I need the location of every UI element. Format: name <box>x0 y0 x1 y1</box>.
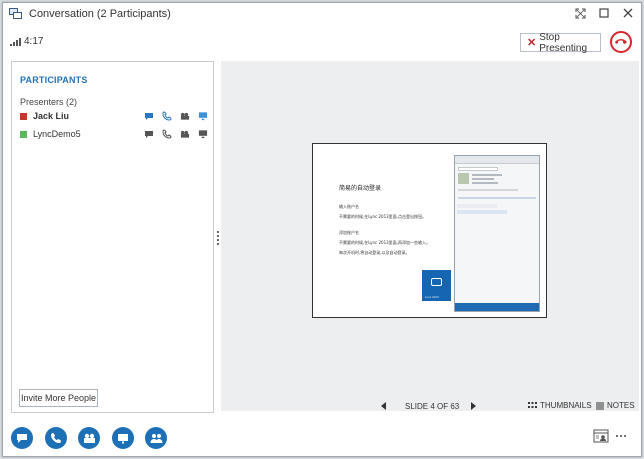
call-button[interactable] <box>45 427 67 449</box>
call-icon[interactable] <box>162 129 172 139</box>
stop-presenting-label: Stop Presenting <box>539 31 588 54</box>
title-bar: Conversation (2 Participants) <box>3 3 641 25</box>
stop-icon: ✕ <box>527 37 537 49</box>
panel-splitter-handle[interactable] <box>217 231 220 245</box>
more-options-icon[interactable] <box>616 435 626 437</box>
lync-logo-icon <box>431 278 442 286</box>
call-icon <box>51 433 61 443</box>
conversation-window: Conversation (2 Participants) 4:17 ✕ Sto… <box>2 2 642 457</box>
notes-icon <box>596 402 604 409</box>
im-icon[interactable] <box>144 129 154 139</box>
full-screen-icon <box>575 8 585 18</box>
full-screen-button[interactable] <box>571 5 589 21</box>
slide-text-line: 不需要的时候,在Lync 2013里面,点击登出按钮。 <box>339 214 426 219</box>
avatar <box>458 173 469 184</box>
participant-name: LyncDemo5 <box>33 129 81 139</box>
lync-logo-tile: Lync 2013 <box>422 270 451 301</box>
conversation-toolbar <box>3 421 641 456</box>
participant-row[interactable]: Jack Liu <box>20 108 208 124</box>
slide-text-line: 添加账户名 <box>339 230 359 235</box>
slide-preview: 简易的自动登录 输入账户名 不需要的时候,在Lync 2013里面,点击登出按钮… <box>312 143 547 318</box>
notes-button[interactable]: NOTES <box>596 401 635 410</box>
present-icon <box>118 433 128 443</box>
participant-name: Jack Liu <box>33 111 70 121</box>
im-icon <box>17 433 27 443</box>
presence-indicator-available <box>20 130 27 138</box>
slide-text-line: 输入账户名 <box>339 204 359 209</box>
video-icon <box>83 433 95 443</box>
slide-title: 简易的自动登录 <box>339 185 382 192</box>
lync-client-screenshot <box>454 155 540 312</box>
participant-row[interactable]: LyncDemo5 <box>20 126 208 142</box>
presentation-stage: 简易的自动登录 输入账户名 不需要的时候,在Lync 2013里面,点击登出按钮… <box>221 61 639 411</box>
contact-card-icon <box>593 429 609 443</box>
slide-counter: SLIDE 4 OF 63 <box>405 402 460 411</box>
thumbnails-icon <box>528 402 537 408</box>
lync-conversation-icon <box>9 7 23 21</box>
sharing-icon[interactable] <box>198 129 208 139</box>
maximize-icon <box>599 8 609 18</box>
participants-title: PARTICIPANTS <box>20 75 88 85</box>
participants-panel: PARTICIPANTS Presenters (2) Jack Liu Lyn… <box>11 61 214 413</box>
window-title: Conversation (2 Participants) <box>29 8 171 20</box>
presenters-group-label: Presenters (2) <box>20 97 78 107</box>
slide-text-line: 不需要的时候,在Lync 2013里面,再添加一些输入。 <box>339 240 430 245</box>
call-icon[interactable] <box>162 111 172 121</box>
im-icon[interactable] <box>144 111 154 121</box>
call-duration: 4:17 <box>24 36 44 47</box>
slide-text-line: 每次开机时,将自动登录,以及自动登录。 <box>339 250 410 255</box>
participants-button[interactable] <box>145 427 167 449</box>
participants-icon <box>150 433 162 443</box>
maximize-button[interactable] <box>595 5 613 21</box>
signal-strength-icon <box>10 38 21 46</box>
close-icon <box>623 8 633 18</box>
video-icon[interactable] <box>180 111 190 121</box>
next-slide-button[interactable] <box>471 402 476 410</box>
sharing-icon[interactable] <box>198 111 208 121</box>
im-button[interactable] <box>11 427 33 449</box>
call-status-row: 4:17 ✕ Stop Presenting <box>3 29 641 55</box>
slide-navigation: SLIDE 4 OF 63 THUMBNAILS NOTES <box>221 399 639 413</box>
video-icon[interactable] <box>180 129 190 139</box>
contact-card-button[interactable] <box>593 429 609 443</box>
invite-more-people-button[interactable]: Invite More People <box>19 389 98 407</box>
present-button[interactable] <box>112 427 134 449</box>
presence-indicator-busy <box>20 112 27 120</box>
video-button[interactable] <box>78 427 100 449</box>
previous-slide-button[interactable] <box>381 402 386 410</box>
hang-up-button[interactable] <box>610 31 632 53</box>
close-button[interactable] <box>619 5 637 21</box>
thumbnails-button[interactable]: THUMBNAILS <box>528 401 592 410</box>
hang-up-icon <box>615 39 627 44</box>
stop-presenting-button[interactable]: ✕ Stop Presenting <box>520 31 601 54</box>
